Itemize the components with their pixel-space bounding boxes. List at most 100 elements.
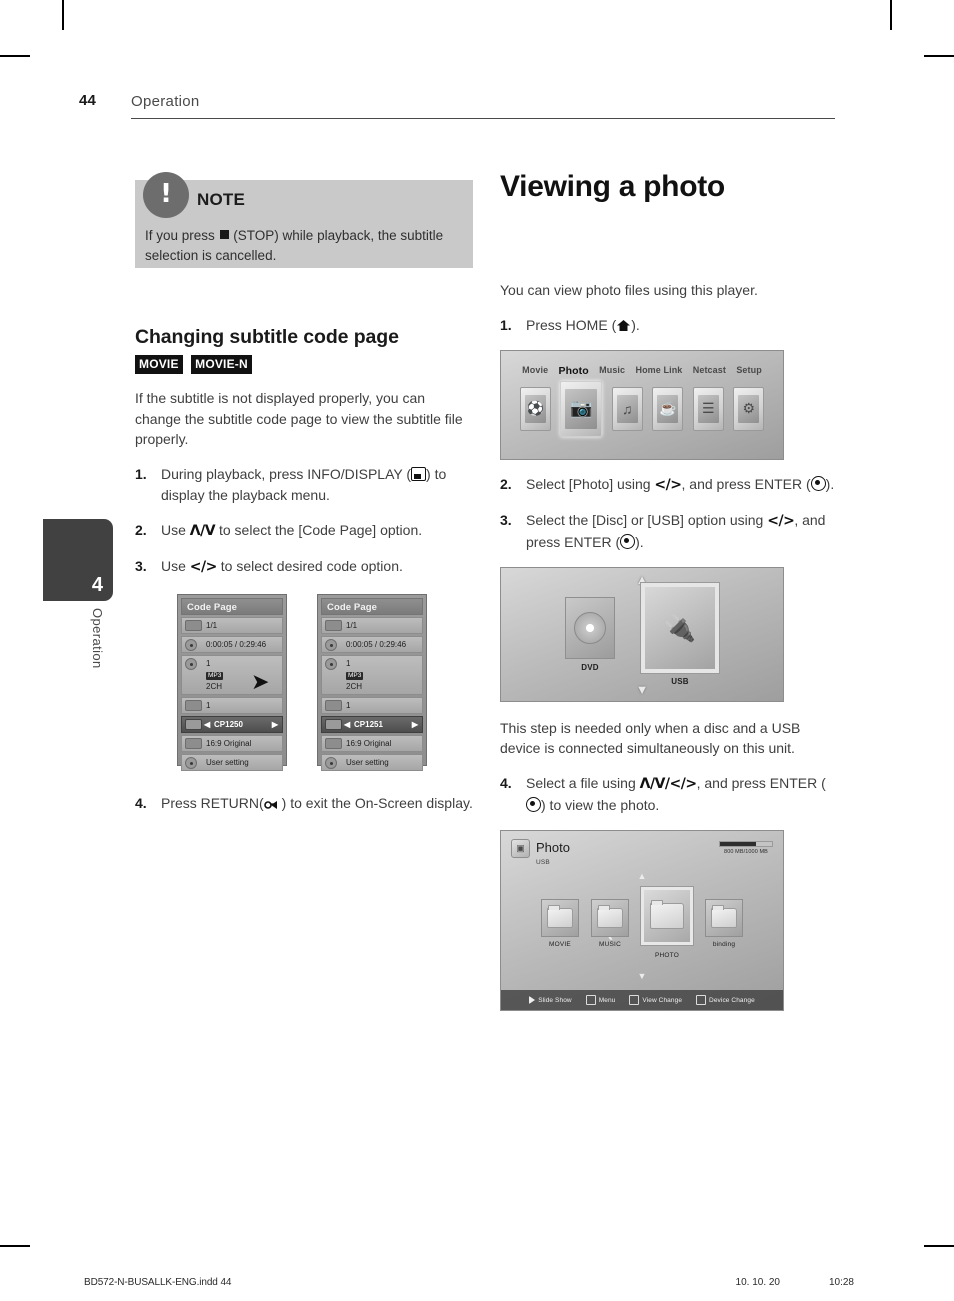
browser-source: USB <box>536 859 550 867</box>
osd-row-value: 1/1 <box>346 621 358 631</box>
setup-icon[interactable]: ⚙ <box>733 386 765 431</box>
leftright-key-icon: </> <box>767 512 795 529</box>
step-text-a: Press RETURN( <box>161 795 264 812</box>
osd-row-title: 1/1 <box>321 617 423 635</box>
folder-music[interactable]: MUSIC <box>591 898 629 948</box>
folder-movie[interactable]: MOVIE <box>541 898 579 948</box>
left-heading: Changing subtitle code page <box>135 326 399 348</box>
usb-label: USB <box>671 676 689 686</box>
menu-icon <box>585 995 596 1006</box>
picture-icon <box>325 757 337 770</box>
chevron-left-icon[interactable]: ◀ <box>204 719 210 730</box>
osd-row-audio: 1 MP3 2CH <box>321 655 423 696</box>
chevron-left-icon[interactable]: ◀ <box>344 719 350 730</box>
picture-icon <box>185 757 197 770</box>
leftright-key-icon: </> <box>654 476 682 493</box>
osd-row-subtitle: 1 <box>321 697 423 715</box>
subtitle-icon <box>325 700 342 712</box>
crop-mark-left-upper <box>0 55 30 57</box>
enter-icon <box>526 797 541 813</box>
osd-audio-channels: 2CH <box>206 682 223 692</box>
home-tab-music[interactable]: Music <box>599 365 625 377</box>
action-device-change[interactable]: Device Change <box>696 995 755 1006</box>
note-body: If you press (STOP) while playback, the … <box>145 226 463 265</box>
home-tab-home-link[interactable]: Home Link <box>635 365 682 377</box>
updown-key-icon: Λ/V <box>189 523 216 540</box>
note-title: NOTE <box>197 190 246 209</box>
folder-label: binding <box>712 940 736 948</box>
right-step-3: 3. Select the [Disc] or [USB] option usin… <box>500 510 840 553</box>
osd-row-value: 1/1 <box>206 621 218 631</box>
chevron-right-icon[interactable]: ▶ <box>272 719 278 730</box>
home-tab-movie[interactable]: Movie <box>522 365 548 377</box>
crop-mark-top-right <box>890 0 892 30</box>
right-step-2: 2. Select [Photo] using </>, and press EN… <box>500 474 840 496</box>
browser-nav-down-icon[interactable]: ▼ <box>638 971 647 981</box>
return-icon <box>263 798 282 810</box>
folder-photo[interactable]: PHOTO <box>640 886 694 959</box>
page-title: Viewing a photo <box>500 170 725 203</box>
enter-icon <box>810 475 826 491</box>
action-view-change[interactable]: View Change <box>629 995 683 1006</box>
osd-audio-track: 1 <box>206 659 211 669</box>
device-dvd[interactable]: DVD <box>565 596 615 672</box>
osd-row-value: CP1250 <box>214 720 243 730</box>
crop-mark-right-upper <box>924 55 954 57</box>
folder-label: MUSIC <box>599 940 621 948</box>
osd-row-codepage[interactable]: ◀ CP1251 ▶ <box>321 716 423 734</box>
music-icon[interactable]: ♫ <box>611 386 643 431</box>
home-icon <box>616 317 631 331</box>
folder-tile <box>640 886 694 947</box>
action-label: Device Change <box>709 996 755 1004</box>
left-intro: If the subtitle is not displayed properl… <box>135 390 463 448</box>
info-display-icon <box>411 467 427 482</box>
title-icon <box>325 620 342 632</box>
step-number: 4. <box>135 795 147 812</box>
photo-browser-screenshot: ▣ Photo USB 800 MB/1000 MB ▲ ▼ ❮ ❯ MOVIE <box>500 830 784 1012</box>
osd-row-codepage[interactable]: ◀ CP1250 ▶ <box>181 716 283 734</box>
photo-icon[interactable]: 📷 <box>560 380 603 437</box>
chapter-tab-label-wrap: Operation <box>43 608 113 718</box>
aspect-icon <box>185 738 202 750</box>
browser-nav-up-icon[interactable]: ▲ <box>638 871 647 881</box>
osd-row-picture: User setting <box>321 754 423 772</box>
osd-row-time: 0:00:05 / 0:29:46 <box>181 636 283 654</box>
home-link-glyph: ☕ <box>657 394 679 423</box>
home-tab-setup[interactable]: Setup <box>736 365 762 377</box>
home-menu-tabs: Movie Photo Music Home Link Netcast Setu… <box>501 365 783 377</box>
step-number: 3. <box>500 511 512 528</box>
exclamation-glyph: ! <box>160 179 172 209</box>
home-tab-netcast[interactable]: Netcast <box>693 365 726 377</box>
section-title: Operation <box>131 93 200 110</box>
device-select-screenshot: ▲ ▼ ❮ ❯ DVD 🔌 USB <box>500 566 784 702</box>
action-slide-show[interactable]: Slide Show <box>529 996 572 1005</box>
home-tab-photo[interactable]: Photo <box>559 365 589 377</box>
folder-tile <box>705 898 743 937</box>
osd-row-subtitle: 1 <box>181 697 283 715</box>
left-column: ! NOTE If you press (STOP) while playbac… <box>135 172 473 814</box>
netcast-icon[interactable]: ☰ <box>692 386 724 431</box>
footer-date: 10. 10. 20 <box>735 1277 780 1288</box>
audio-icon <box>185 658 197 671</box>
osd-comparison: Code Page 1/1 0:00:05 / 0:29:46 1 MP3 2C… <box>135 594 473 772</box>
movie-icon[interactable]: ⚽ <box>519 386 551 431</box>
action-menu[interactable]: Menu <box>585 995 616 1006</box>
action-label: View Change <box>642 996 683 1004</box>
chapter-label: Operation <box>90 608 105 669</box>
osd-row-value: 0:00:05 / 0:29:46 <box>346 640 407 650</box>
browser-header: ▣ Photo USB <box>511 839 570 866</box>
chevron-right-icon[interactable]: ▶ <box>412 719 418 730</box>
folder-binding[interactable]: binding <box>705 898 743 948</box>
enter-icon <box>620 533 636 549</box>
osd-audio-track: 1 <box>346 659 351 669</box>
home-link-icon[interactable]: ☕ <box>652 386 684 431</box>
dvd-tile <box>565 596 615 659</box>
manual-page: 44 Operation 4 Operation ! NOTE If you p… <box>0 0 954 1301</box>
time-icon <box>325 639 337 652</box>
photo-source-icon: ▣ <box>511 839 530 859</box>
note-body-before: If you press <box>145 228 219 243</box>
osd-row-value: User setting <box>206 758 249 768</box>
device-usb[interactable]: 🔌 USB <box>640 581 720 686</box>
browser-bottom-bar: Slide Show Menu View Change Device Chang… <box>501 990 783 1011</box>
osd-title: Code Page <box>321 598 423 616</box>
